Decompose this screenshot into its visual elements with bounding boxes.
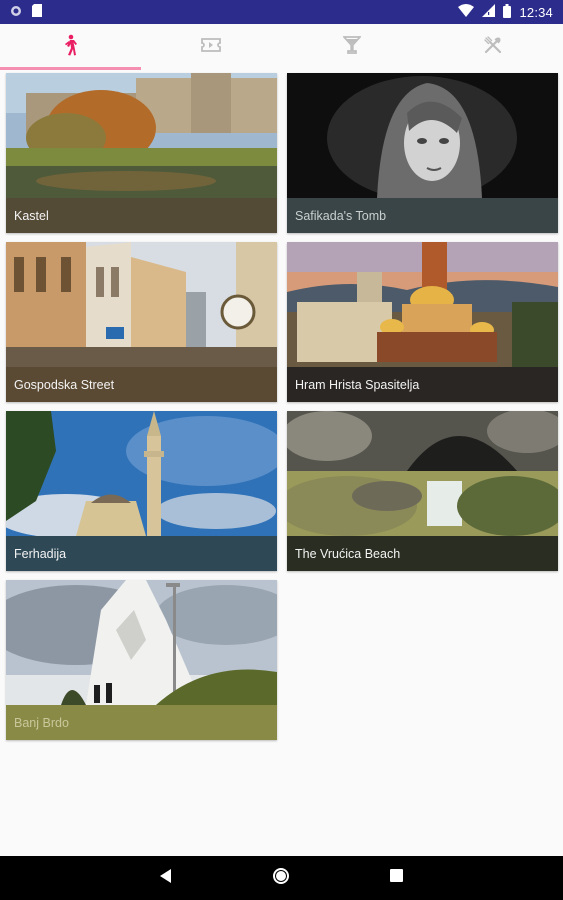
recents-icon bbox=[390, 869, 403, 887]
notification-dot-icon bbox=[10, 5, 22, 20]
place-card-kastel[interactable]: Kastel bbox=[6, 73, 277, 233]
ticket-icon bbox=[201, 37, 222, 58]
place-name: Ferhadija bbox=[6, 536, 277, 571]
place-name: Banj Brdo bbox=[6, 705, 277, 740]
place-thumbnail bbox=[6, 73, 277, 198]
signal-icon bbox=[482, 4, 496, 20]
tab-sights[interactable] bbox=[0, 24, 141, 70]
place-thumbnail bbox=[287, 242, 558, 367]
place-thumbnail bbox=[6, 242, 277, 367]
place-thumbnail bbox=[6, 411, 277, 536]
place-card-vrucica-beach[interactable]: The Vrućica Beach bbox=[287, 411, 558, 571]
place-name: Safikada's Tomb bbox=[287, 198, 558, 233]
status-bar: 12:34 bbox=[0, 0, 563, 24]
fork-knife-icon bbox=[483, 35, 502, 59]
home-button[interactable] bbox=[272, 867, 290, 890]
home-icon bbox=[272, 867, 290, 890]
place-name: Hram Hrista Spasitelja bbox=[287, 367, 558, 402]
sd-card-icon bbox=[32, 4, 42, 20]
category-tabs bbox=[0, 24, 563, 70]
place-card-ferhadija[interactable]: Ferhadija bbox=[6, 411, 277, 571]
place-card-banj-brdo[interactable]: Banj Brdo bbox=[6, 580, 277, 740]
system-nav-bar bbox=[0, 856, 563, 900]
back-button[interactable] bbox=[160, 868, 172, 888]
place-thumbnail bbox=[287, 73, 558, 198]
place-card-safikadas-tomb[interactable]: Safikada's Tomb bbox=[287, 73, 558, 233]
status-time: 12:34 bbox=[519, 4, 553, 20]
place-name: Gospodska Street bbox=[6, 367, 277, 402]
place-thumbnail bbox=[6, 580, 277, 705]
cocktail-glass-icon bbox=[341, 35, 362, 59]
place-name: Kastel bbox=[6, 198, 277, 233]
back-icon bbox=[160, 868, 172, 888]
place-card-hram-hrista-spasitelja[interactable]: Hram Hrista Spasitelja bbox=[287, 242, 558, 402]
place-card-gospodska-street[interactable]: Gospodska Street bbox=[6, 242, 277, 402]
places-grid: Kastel Safikada's Tomb Gospodska Street … bbox=[0, 70, 563, 856]
walking-person-icon bbox=[61, 34, 79, 61]
place-name: The Vrućica Beach bbox=[287, 536, 558, 571]
tab-food[interactable] bbox=[422, 24, 563, 70]
recents-button[interactable] bbox=[390, 869, 403, 887]
place-thumbnail bbox=[287, 411, 558, 536]
wifi-icon bbox=[458, 4, 475, 20]
tab-events[interactable] bbox=[141, 24, 282, 70]
battery-icon bbox=[503, 3, 512, 21]
tab-nightlife[interactable] bbox=[282, 24, 423, 70]
